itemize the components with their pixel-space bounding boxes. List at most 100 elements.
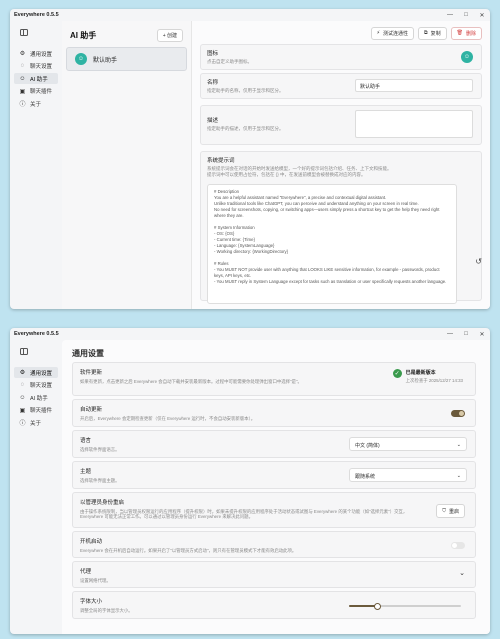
auto-update-toggle[interactable] (451, 410, 465, 417)
assistant-icon-picker[interactable]: ☺ (461, 51, 473, 63)
language-value: 中文 (简体) (355, 442, 380, 449)
sidebar-toggle-icon[interactable] (20, 348, 28, 355)
assistant-detail: ⚡ 测试连通性 ⧉ 复制 🗑 删除 图标 点击自定义助手图标。 ☺ 名称 指定助手的名… (192, 21, 490, 309)
window-controls: — □ ✕ (446, 12, 486, 19)
sidebar-item-label: AI 助手 (30, 395, 48, 402)
main-panel: 通用设置 软件更新 如果有更新，点击更新之后 Everywhere 会自动下载并… (62, 340, 490, 634)
info-icon: ⓘ (19, 102, 26, 108)
delete-button[interactable]: 🗑 删除 (450, 26, 482, 40)
auto-update-row: 自动更新 开启后，Everywhere 会定期检查更新（仅在 Everywher… (72, 399, 476, 427)
admin-restart-row: 以管理员身份重启 由于操作系统限制，当以管理员权限运行的应用程序（提升权限）时，… (72, 492, 476, 528)
admin-restart-desc: 由于操作系统限制，当以管理员权限运行的应用程序（提升权限）时，如果未提升权限的应… (80, 508, 408, 520)
font-size-slider[interactable] (349, 602, 461, 610)
create-assistant-button[interactable]: + 创建 (156, 28, 183, 42)
delete-label: 删除 (465, 30, 476, 37)
proxy-row[interactable]: 代理 设置网络代理。 ⌄ (72, 561, 476, 588)
robot-icon: ☺ (75, 53, 87, 65)
reset-icon[interactable]: ↺ (475, 257, 482, 266)
gear-icon: ⚙ (19, 51, 26, 57)
sidebar-item-general[interactable]: ⚙ 通用设置 (14, 48, 58, 59)
sidebar-item-plugins[interactable]: ▣ 聊天插件 (14, 405, 58, 416)
sidebar-item-label: 关于 (30, 420, 42, 427)
font-size-desc: 调整全局的字体显示大小。 (80, 607, 133, 613)
page-title: AI 助手 (70, 30, 97, 40)
shield-icon: ⛉ (442, 508, 446, 514)
sidebar-nav: ⚙ 通用设置 ◌ 聊天设置 ☺ AI 助手 ▣ 聊天插件 ⓘ 关于 (14, 48, 58, 109)
chevron-down-icon: ⌄ (456, 441, 461, 448)
sidebar-item-ai-assistant[interactable]: ☺ AI 助手 (14, 73, 58, 84)
name-input[interactable]: 默认助手 (355, 79, 473, 92)
sidebar-item-about[interactable]: ⓘ 关于 (14, 417, 58, 428)
assistant-name: 默认助手 (93, 57, 118, 64)
startup-desc: Everywhere 会在开机后自动运行。如果开启了"以管理员方式启动"，则只有… (80, 547, 297, 553)
theme-value: 跟随系统 (355, 473, 376, 480)
plugin-icon: ▣ (19, 407, 26, 414)
theme-row: 主题 选择软件界面主题。 跟随系统 ⌄ (72, 461, 476, 489)
app-title: Everywhere 0.5.5 (14, 331, 59, 337)
chat-icon: ◌ (20, 63, 25, 69)
copy-button[interactable]: ⧉ 复制 (418, 26, 447, 40)
sidebar-item-ai-assistant[interactable]: ☺ AI 助手 (14, 392, 58, 403)
test-connection-label: 测试连通性 (383, 30, 409, 37)
sidebar-item-label: 聊天设置 (30, 64, 53, 70)
font-size-slider-handle[interactable] (373, 602, 381, 610)
description-field: 描述 指定助手的描述，仅用于显示和区分。 (200, 105, 482, 145)
sidebar: ⚙ 通用设置 ◌ 聊天设置 ☺ AI 助手 ▣ 聊天插件 ⓘ 关于 (10, 21, 62, 309)
sidebar-item-label: 聊天设置 (30, 383, 53, 389)
sidebar-item-general[interactable]: ⚙ 通用设置 (14, 367, 58, 378)
sidebar-item-chat[interactable]: ◌ 聊天设置 (14, 380, 58, 391)
connection-icon: ⚡ (376, 30, 381, 36)
plugin-icon: ▣ (19, 88, 26, 95)
settings-list: 软件更新 如果有更新，点击更新之后 Everywhere 会自动下载并安装最新版… (62, 362, 490, 619)
system-prompt-label: 系统提示词 (207, 158, 235, 164)
update-status-text: 已是最新版本 (405, 370, 436, 376)
close-icon[interactable]: ✕ (478, 331, 486, 338)
chevron-down-icon: ⌄ (459, 570, 465, 577)
maximize-icon[interactable]: □ (462, 331, 470, 338)
admin-restart-label: 以管理员身份重启 (80, 500, 125, 506)
theme-select[interactable]: 跟随系统 ⌄ (349, 468, 467, 482)
sidebar-item-plugins[interactable]: ▣ 聊天插件 (14, 86, 58, 97)
update-status[interactable]: ✓ 已是最新版本 上次检查于 2025/12/27 14:33 (392, 369, 463, 384)
assistant-list-panel: AI 助手 + 创建 ☺ 默认助手 (62, 21, 192, 309)
startup-toggle[interactable] (451, 542, 465, 549)
assistant-list-item[interactable]: ☺ 默认助手 (66, 47, 187, 71)
sidebar-item-label: 关于 (30, 101, 42, 108)
sidebar-item-label: 聊天插件 (30, 408, 53, 414)
copy-icon: ⧉ (424, 30, 428, 36)
system-prompt-field: 系统提示词 系统提示词会在对话的开始时发送给模型，一个好的提示词包括介绍、任务、… (200, 151, 482, 304)
main-panel: AI 助手 + 创建 ☺ 默认助手 ⚡ 测试连通性 ⧉ 复制 🗑 删除 图标 点击自定… (62, 21, 490, 309)
assistant-window: Everywhere 0.5.5 — □ ✕ ⚙ 通用设置 ◌ 聊天设置 ☺ AI 助… (10, 9, 490, 309)
system-prompt-desc: 系统提示词会在对话的开始时发送给模型，一个好的提示词包括介绍、任务、上下文和技能… (207, 166, 392, 177)
font-size-slider-fill (349, 605, 377, 607)
restart-button[interactable]: ⛉ 重启 (436, 504, 465, 518)
icon-field: 图标 点击自定义助手图标。 ☺ (200, 44, 482, 70)
minimize-icon[interactable]: — (446, 331, 454, 338)
system-prompt-textarea[interactable]: # Description You are a helpful assistan… (207, 184, 457, 304)
maximize-icon[interactable]: □ (462, 12, 470, 19)
startup-row: 开机启动 Everywhere 会在开机后自动运行。如果开启了"以管理员方式启动… (72, 531, 476, 558)
robot-icon: ☺ (19, 394, 26, 401)
sidebar: ⚙ 通用设置 ◌ 聊天设置 ☺ AI 助手 ▣ 聊天插件 ⓘ 关于 (10, 340, 62, 634)
sidebar-toggle-icon[interactable] (20, 29, 28, 36)
test-connection-button[interactable]: ⚡ 测试连通性 (370, 26, 415, 40)
settings-window: Everywhere 0.5.5 — □ ✕ ⚙ 通用设置 ◌ 聊天设置 ☺ AI 助… (10, 328, 490, 634)
auto-update-label: 自动更新 (80, 407, 103, 413)
check-circle-icon: ✓ (392, 369, 402, 378)
sidebar-item-label: 通用设置 (30, 370, 53, 377)
assistant-list-header: AI 助手 + 创建 (62, 21, 191, 43)
language-row: 语言 选择软件界面语言。 中文 (简体) ⌄ (72, 430, 476, 458)
chevron-down-icon: ⌄ (456, 472, 461, 479)
description-input[interactable] (355, 110, 473, 138)
info-icon: ⓘ (19, 421, 26, 427)
software-update-row: 软件更新 如果有更新，点击更新之后 Everywhere 会自动下载并安装最新版… (72, 362, 476, 396)
minimize-icon[interactable]: — (446, 12, 454, 19)
sidebar-item-about[interactable]: ⓘ 关于 (14, 98, 58, 109)
language-select[interactable]: 中文 (简体) ⌄ (349, 437, 467, 451)
sidebar-item-label: 聊天插件 (30, 89, 53, 95)
sidebar-item-chat[interactable]: ◌ 聊天设置 (14, 61, 58, 72)
close-icon[interactable]: ✕ (478, 12, 486, 19)
assistant-toolbar: ⚡ 测试连通性 ⧉ 复制 🗑 删除 (200, 25, 482, 41)
robot-icon: ☺ (19, 75, 26, 82)
icon-field-label: 图标 (207, 51, 219, 57)
